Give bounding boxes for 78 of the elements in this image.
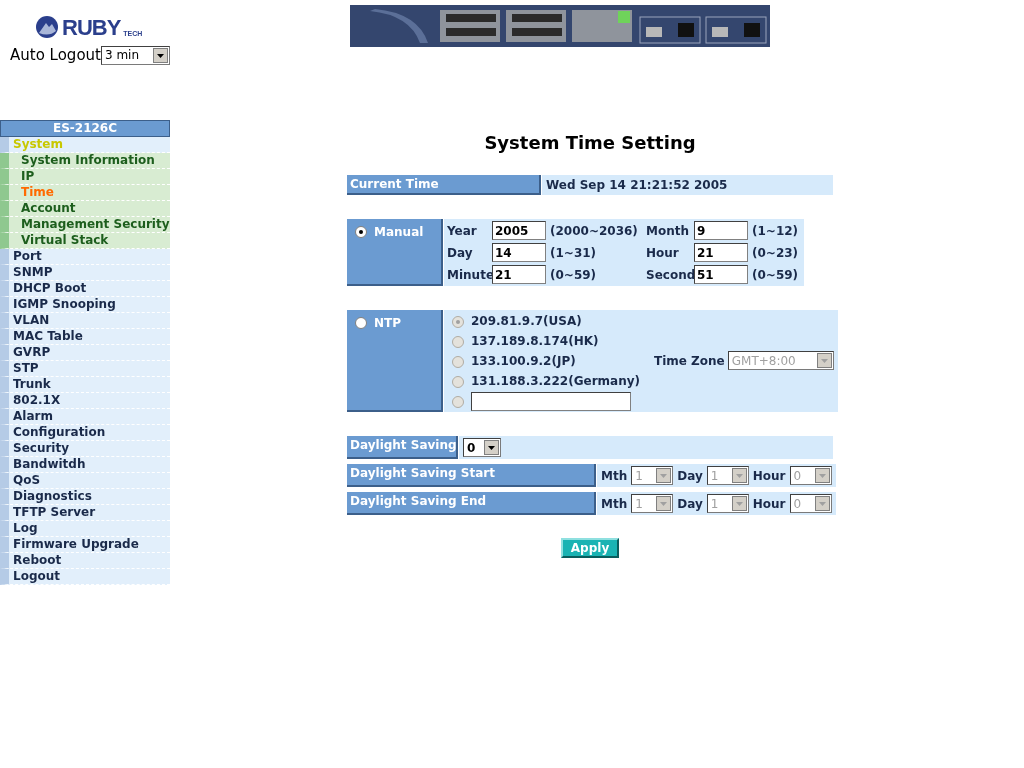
caret-icon — [484, 440, 499, 455]
nav-item[interactable]: Bandwitdh — [0, 457, 170, 473]
field-label: Day — [447, 245, 474, 260]
range-hint: (0~59) — [550, 267, 598, 282]
nav-item[interactable]: Alarm — [0, 409, 170, 425]
server-label: 131.188.3.222(Germany) — [471, 374, 640, 388]
caret-icon — [814, 468, 830, 483]
nav-item[interactable]: TFTP Server — [0, 505, 170, 521]
sidebar-title: ES-2126C — [0, 120, 170, 137]
nav-item[interactable]: Port — [0, 249, 170, 265]
radio-button[interactable] — [355, 226, 367, 238]
nav-item[interactable]: DHCP Boot — [0, 281, 170, 297]
current-time-label: Current Time — [347, 175, 541, 195]
current-time-value: Wed Sep 14 21:21:52 2005 — [542, 175, 833, 195]
server-label: 137.189.8.174(HK) — [471, 334, 599, 348]
nav-item[interactable]: STP — [0, 361, 170, 377]
nav-item[interactable]: 802.1X — [0, 393, 170, 409]
input-field[interactable]: 14 — [492, 243, 546, 262]
daylight-row-label: Daylight Saving End — [347, 492, 596, 515]
input-field[interactable] — [471, 391, 631, 411]
nav-item[interactable]: Logout — [0, 569, 170, 585]
select-label: Hour — [752, 468, 786, 483]
nav-item[interactable]: Reboot — [0, 553, 170, 569]
logo-text: RUBY — [62, 17, 121, 39]
select-label: Mth — [601, 468, 628, 483]
range-hint: (1~12) — [752, 223, 800, 238]
range-hint: (1~31) — [550, 245, 598, 260]
page-title: System Time Setting — [483, 132, 697, 153]
caret-icon — [814, 496, 830, 511]
caret-icon — [816, 353, 832, 368]
nav-item[interactable]: IGMP Snooping — [0, 297, 170, 313]
nav-item[interactable]: Firmware Upgrade — [0, 537, 170, 553]
input-field[interactable]: 9 — [694, 221, 748, 240]
daylight-saving-dropdown[interactable]: 0 — [463, 438, 501, 457]
nav-item[interactable]: IP — [0, 169, 170, 185]
nav-item[interactable]: QoS — [0, 473, 170, 489]
select-label: Day — [677, 468, 703, 483]
nav-item[interactable]: SNMP — [0, 265, 170, 281]
nav-item[interactable]: Management Security — [0, 217, 170, 233]
field-label: Minute — [447, 267, 492, 282]
caret-icon — [656, 496, 672, 511]
nav-item[interactable]: Trunk — [0, 377, 170, 393]
caret-icon — [153, 47, 168, 63]
daylight-saving-label: Daylight Saving — [347, 436, 458, 459]
input-field[interactable]: 2005 — [492, 221, 546, 240]
field-label: Hour — [646, 245, 680, 260]
auto-logout-dropdown[interactable]: 3 min — [100, 45, 170, 65]
range-hint: (0~59) — [752, 267, 800, 282]
time-zone-label: Time Zone — [654, 353, 725, 368]
nav-item[interactable]: Configuration — [0, 425, 170, 441]
field-label: Second — [646, 267, 694, 282]
nav-item[interactable]: Log — [0, 521, 170, 537]
field-label: Year — [447, 223, 478, 238]
nav-item[interactable]: Security — [0, 441, 170, 457]
nav-item[interactable]: Virtual Stack — [0, 233, 170, 249]
input-field[interactable]: 21 — [492, 265, 546, 284]
field-label: Month — [646, 223, 690, 238]
caret-icon — [731, 468, 747, 483]
globe-logo-icon — [35, 15, 59, 39]
range-hint: (2000~2036) — [550, 223, 639, 238]
nav-item[interactable]: Account — [0, 201, 170, 217]
input-field[interactable]: 51 — [694, 265, 748, 284]
nav-item[interactable]: Diagnostics — [0, 489, 170, 505]
nav-item[interactable]: System Information — [0, 153, 170, 169]
input-field[interactable]: 21 — [694, 243, 748, 262]
nav-item[interactable]: VLAN — [0, 313, 170, 329]
server-label: 209.81.9.7(USA) — [471, 314, 582, 328]
nav-item[interactable]: GVRP — [0, 345, 170, 361]
select-label: Mth — [601, 496, 628, 511]
caret-icon — [656, 468, 672, 483]
caret-icon — [731, 496, 747, 511]
auto-logout-label: Auto Logout — [10, 46, 101, 64]
server-label: 133.100.9.2(JP) — [471, 354, 576, 368]
nav-item[interactable]: MAC Table — [0, 329, 170, 345]
daylight-row-label: Daylight Saving Start — [347, 464, 596, 487]
range-hint: (0~23) — [752, 245, 800, 260]
select-label: Hour — [752, 496, 786, 511]
select-label: Day — [677, 496, 703, 511]
